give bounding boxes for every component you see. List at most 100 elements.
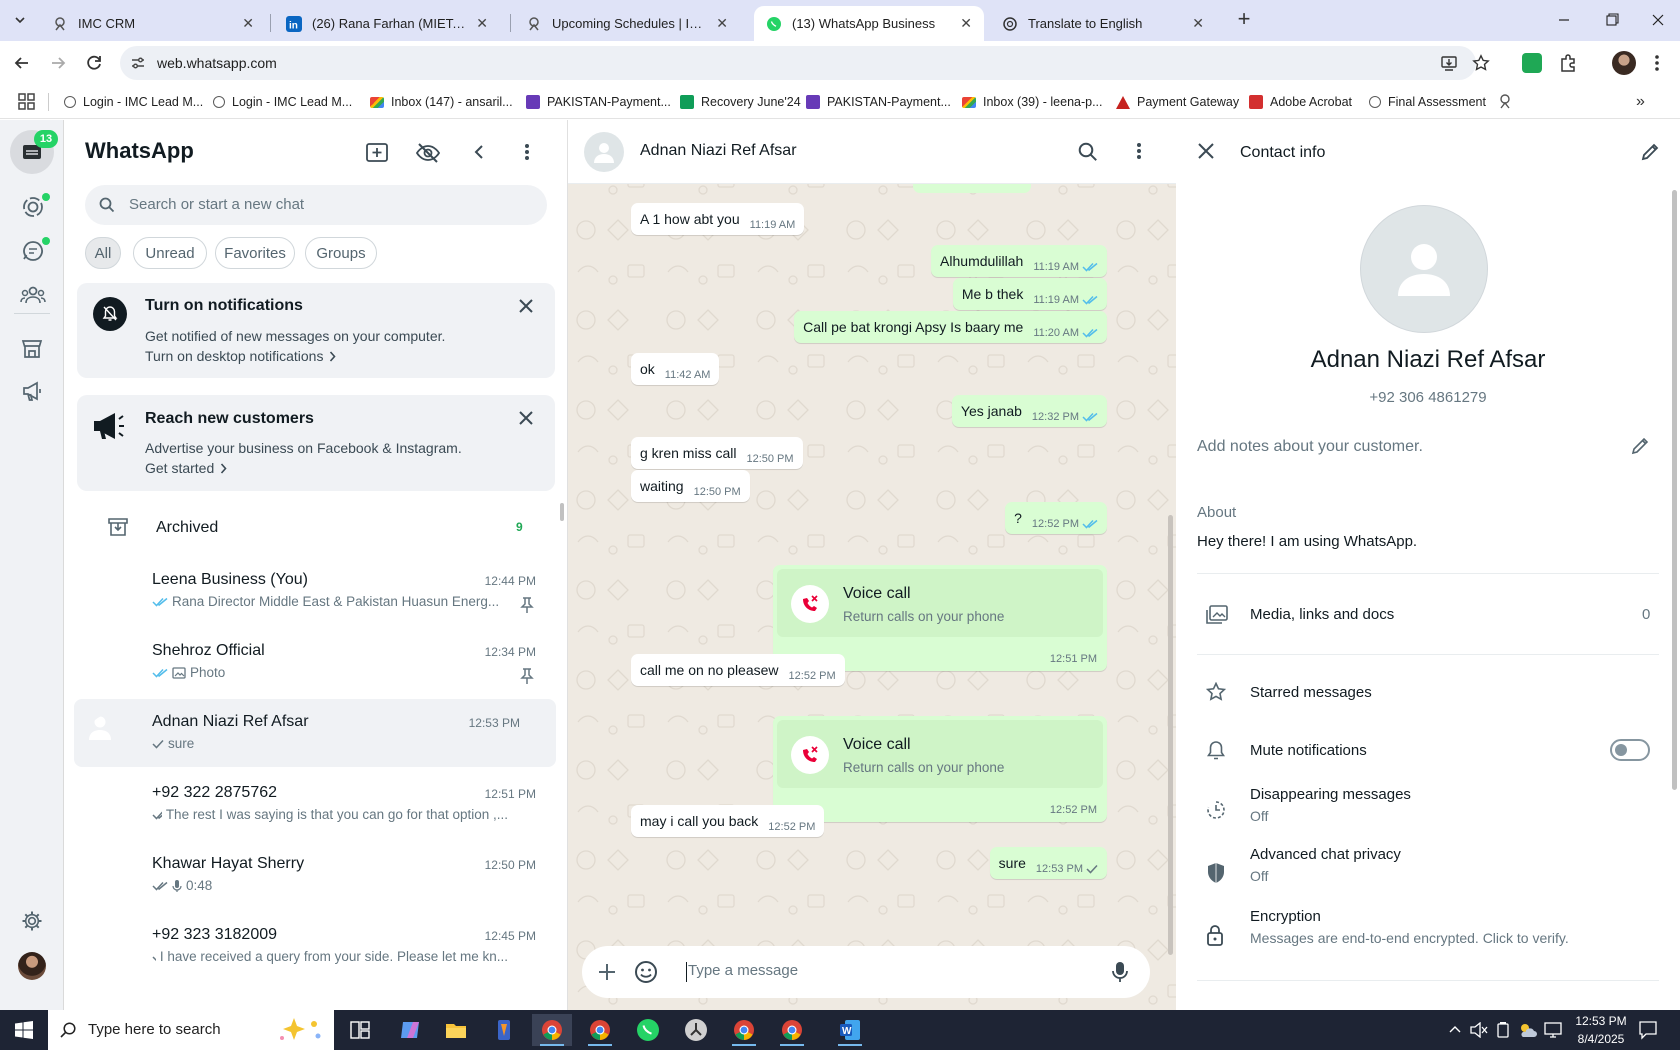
browser-tab-active[interactable]: (13) WhatsApp Business ✕: [754, 6, 984, 41]
close-tab-icon[interactable]: ✕: [242, 15, 254, 32]
network-icon[interactable]: [1544, 1022, 1562, 1038]
volume-muted-icon[interactable]: [1470, 1022, 1488, 1038]
apps-grid-icon[interactable]: [18, 93, 36, 111]
chat-list-item[interactable]: Adnan Niazi Ref Afsar 12:53 PM sure: [74, 699, 556, 767]
app-clock-icon[interactable]: [676, 1014, 716, 1046]
browser-tab[interactable]: IMC CRM ✕: [40, 6, 266, 41]
whatsapp-taskbar-icon[interactable]: [628, 1014, 668, 1046]
taskbar-search-box[interactable]: Type here to search: [48, 1010, 334, 1050]
install-app-icon[interactable]: [1440, 54, 1458, 72]
bookmark-item[interactable]: Final Assessment: [1369, 92, 1486, 112]
communities-icon[interactable]: [20, 284, 46, 306]
filter-favorites[interactable]: Favorites: [215, 237, 295, 269]
restore-icon[interactable]: [1600, 10, 1624, 30]
close-tab-icon[interactable]: ✕: [960, 15, 972, 32]
disappearing-messages-row[interactable]: Disappearing messages Off: [1176, 784, 1680, 834]
emoji-sticker-icon[interactable]: [634, 960, 658, 984]
attach-plus-icon[interactable]: [598, 963, 616, 981]
advanced-privacy-row[interactable]: Advanced chat privacy Off: [1176, 846, 1680, 896]
conversation-scrollbar[interactable]: [1168, 515, 1173, 955]
incoming-message[interactable]: waiting 12:50 PM: [631, 470, 750, 502]
bookmark-item[interactable]: PAKISTAN-Payment...: [526, 92, 671, 112]
profile-avatar[interactable]: [1612, 51, 1636, 75]
incoming-message[interactable]: g kren miss call 12:50 PM: [631, 437, 803, 469]
taskbar-search-input[interactable]: Type here to search: [88, 1021, 221, 1038]
filter-all[interactable]: All: [85, 237, 121, 269]
bookmark-folder-icon[interactable]: [1498, 91, 1512, 111]
bookmark-star-icon[interactable]: [1472, 54, 1490, 72]
chrome-taskbar-icon-2[interactable]: [724, 1014, 764, 1046]
tray-chevron-up-icon[interactable]: [1449, 1024, 1461, 1036]
hide-eye-icon[interactable]: [416, 142, 440, 164]
settings-gear-icon[interactable]: [21, 910, 43, 932]
browser-menu-icon[interactable]: [1654, 53, 1660, 73]
collapse-chevron-icon[interactable]: [473, 144, 485, 160]
extensions-puzzle-icon[interactable]: [1558, 53, 1578, 73]
bookmark-item[interactable]: Recovery June'24: [680, 92, 801, 112]
close-window-icon[interactable]: [1646, 10, 1670, 30]
outgoing-message[interactable]: Alhumdulillah 11:19 AM: [931, 245, 1107, 277]
chrome-taskbar-icon-3[interactable]: [772, 1014, 812, 1046]
minimize-icon[interactable]: [1552, 10, 1576, 30]
back-icon[interactable]: [10, 51, 34, 75]
menu-dots-icon[interactable]: [524, 143, 530, 161]
chat-menu-icon[interactable]: [1136, 142, 1142, 160]
close-info-icon[interactable]: [1198, 143, 1214, 159]
reload-icon[interactable]: [82, 51, 106, 75]
search-in-chat-icon[interactable]: [1078, 142, 1098, 162]
edit-pencil-icon[interactable]: [1640, 142, 1660, 162]
channels-icon[interactable]: [22, 240, 44, 262]
browser-tab[interactable]: Translate to English ✕: [990, 6, 1216, 41]
chat-list-scrollbar[interactable]: [560, 503, 564, 521]
archived-row[interactable]: Archived 9: [64, 507, 554, 549]
outgoing-message[interactable]: Me b thek 11:19 AM: [952, 278, 1107, 310]
search-input[interactable]: Search or start a new chat: [129, 196, 304, 213]
search-box[interactable]: Search or start a new chat: [85, 185, 547, 225]
omnibox[interactable]: web.whatsapp.com: [120, 46, 1476, 80]
tab-search-chevron-icon[interactable]: [6, 8, 34, 32]
close-tab-icon[interactable]: ✕: [1192, 15, 1204, 32]
bookmark-item[interactable]: Login - IMC Lead M...: [213, 92, 352, 112]
bookmark-item[interactable]: Inbox (39) - leena-p...: [962, 92, 1103, 112]
outgoing-message[interactable]: ? 12:52 PM: [1005, 502, 1107, 534]
edit-notes-icon[interactable]: [1630, 436, 1650, 456]
bookmark-item[interactable]: Login - IMC Lead M...: [64, 92, 203, 112]
notif-link[interactable]: Turn on desktop notifications: [145, 348, 337, 364]
copilot-icon[interactable]: [390, 1014, 430, 1046]
mute-notifications-row[interactable]: Mute notifications: [1176, 724, 1680, 774]
outgoing-message[interactable]: Yes janab 12:32 PM: [951, 395, 1107, 427]
bookmark-item[interactable]: Payment Gateway: [1116, 92, 1239, 112]
chat-list-item[interactable]: Shehroz Official 12:34 PM Photo: [64, 628, 568, 704]
media-links-docs-row[interactable]: Media, links and docs 0: [1176, 586, 1680, 644]
taskbar-clock[interactable]: 12:53 PM 8/4/2025: [1568, 1012, 1634, 1048]
chat-list-item[interactable]: Leena Business (You) 12:44 PM Rana Directo…: [64, 557, 568, 633]
filter-unread[interactable]: Unread: [133, 237, 207, 269]
bookmark-item[interactable]: PAKISTAN-Payment...: [806, 92, 951, 112]
advertise-megaphone-icon[interactable]: [21, 380, 43, 402]
close-tab-icon[interactable]: ✕: [476, 15, 488, 32]
mute-toggle[interactable]: [1610, 739, 1650, 761]
bookmark-item[interactable]: Inbox (147) - ansaril...: [370, 92, 513, 112]
filter-groups[interactable]: Groups: [305, 237, 377, 269]
browser-tab[interactable]: Upcoming Schedules | IMC Cert ✕: [514, 6, 740, 41]
app-orange-icon[interactable]: [484, 1014, 524, 1046]
incoming-message[interactable]: may i call you back 12:52 PM: [631, 805, 825, 837]
close-tab-icon[interactable]: ✕: [716, 15, 728, 32]
my-profile-avatar[interactable]: [18, 952, 46, 980]
outgoing-message[interactable]: Call pe bat krongi Apsy Is baary me 11:20…: [794, 311, 1107, 343]
bookmark-item[interactable]: Adobe Acrobat: [1249, 92, 1352, 112]
extension-green-icon[interactable]: [1522, 53, 1542, 73]
contact-large-avatar[interactable]: [1360, 205, 1488, 333]
weather-cloud-icon[interactable]: [1518, 1022, 1538, 1038]
outgoing-message[interactable]: sure 12:53 PM: [989, 847, 1107, 879]
encryption-row[interactable]: Encryption Messages are end-to-end encry…: [1176, 908, 1680, 958]
get-started-link[interactable]: Get started: [145, 460, 227, 476]
chrome-taskbar-icon[interactable]: [532, 1014, 572, 1046]
starred-messages-row[interactable]: Starred messages: [1176, 664, 1680, 714]
file-explorer-icon[interactable]: [436, 1014, 476, 1046]
new-chat-icon[interactable]: [366, 143, 388, 163]
contact-avatar[interactable]: [584, 132, 624, 172]
notes-field[interactable]: Add notes about your customer.: [1197, 438, 1423, 456]
incoming-message[interactable]: A 1 how abt you 11:19 AM: [631, 203, 805, 235]
contact-info-scrollbar[interactable]: [1672, 190, 1677, 790]
